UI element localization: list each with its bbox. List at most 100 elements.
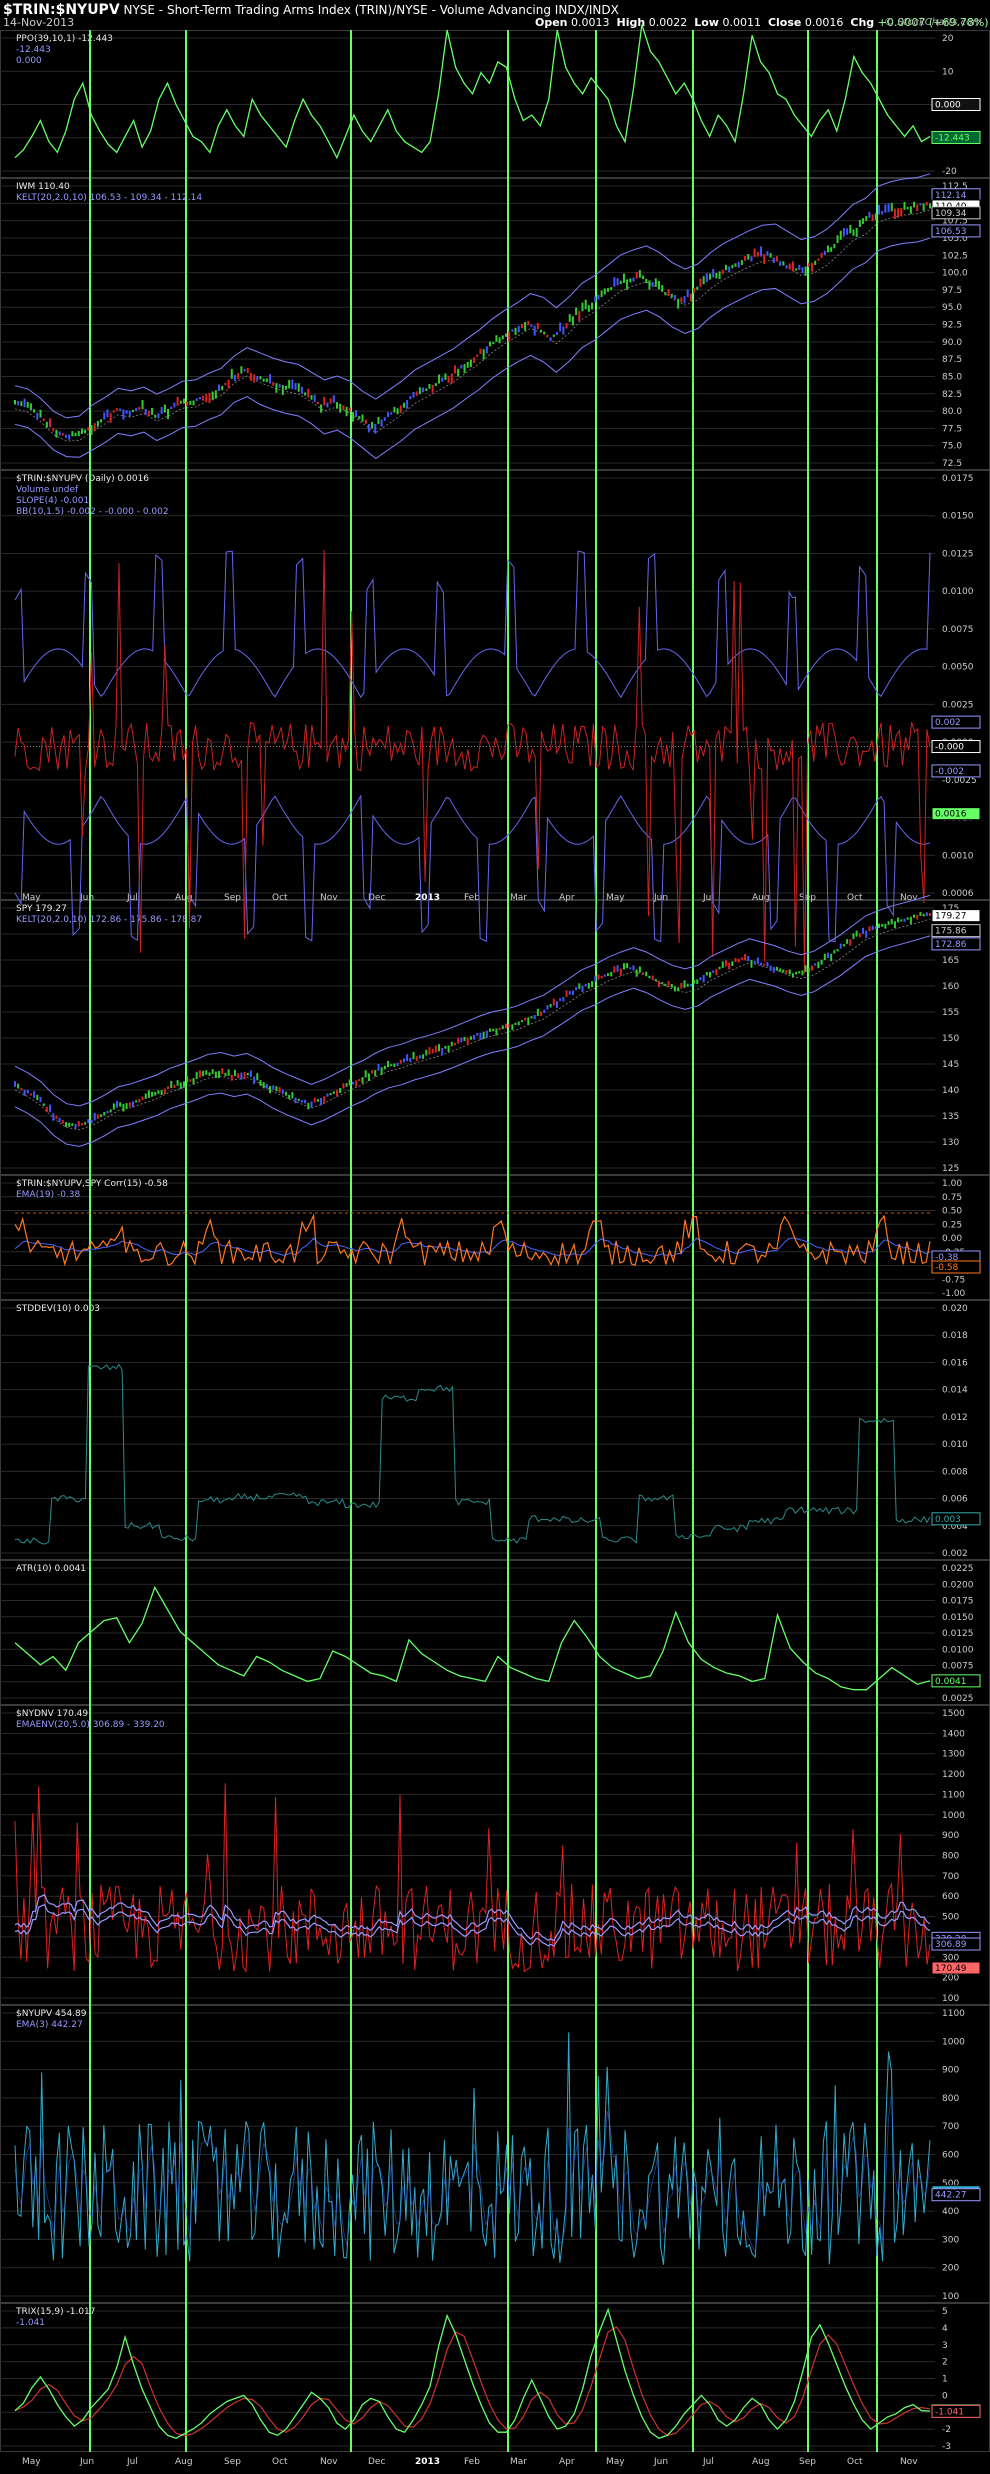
corr-panel xyxy=(14,1212,931,1267)
spy-candle xyxy=(52,1113,55,1121)
spy-candle xyxy=(533,1014,536,1020)
spy-candle xyxy=(747,955,750,962)
y-tick-label: 75.0 xyxy=(942,442,962,452)
spy-candle xyxy=(922,913,925,917)
x-axis-label: 2013 xyxy=(415,893,440,903)
iwm-candle xyxy=(355,410,358,417)
iwm-candle xyxy=(603,288,606,295)
iwm-candle xyxy=(849,224,852,234)
iwm-candle xyxy=(587,305,590,312)
iwm-candle xyxy=(116,408,119,411)
x-axis-label: Apr xyxy=(559,893,575,903)
iwm-candle xyxy=(17,401,20,406)
spy-candle xyxy=(65,1122,68,1127)
iwm-candle xyxy=(677,298,680,309)
value-tag-label: 175.86 xyxy=(935,927,967,937)
iwm-candle xyxy=(482,349,485,360)
iwm-candle xyxy=(233,374,236,382)
spy-candle xyxy=(291,1092,294,1099)
iwm-candle xyxy=(555,331,558,336)
atr-line xyxy=(14,1585,931,1691)
spy-candle xyxy=(431,1048,434,1054)
iwm-candle xyxy=(74,432,77,437)
iwm-candle xyxy=(281,385,284,395)
spy-candle xyxy=(377,1064,380,1071)
spy-candle xyxy=(849,939,852,946)
y-tick-label: 1.00 xyxy=(942,1179,962,1189)
iwm-candle xyxy=(218,384,221,392)
iwm-candle xyxy=(182,398,185,404)
iwm-candle xyxy=(540,329,543,333)
spy-candle xyxy=(176,1080,179,1086)
spy-candle xyxy=(909,916,912,924)
iwm-candle xyxy=(552,334,555,337)
value-tag: -12.443 xyxy=(931,130,981,144)
iwm-candle xyxy=(887,203,890,213)
spy-candle xyxy=(58,1117,61,1123)
spy-candle xyxy=(571,990,574,995)
iwm-candle xyxy=(367,424,370,433)
iwm-candle xyxy=(673,295,676,300)
spy-candle xyxy=(667,980,670,987)
y-tick-label: 85.0 xyxy=(942,372,962,382)
spy-candle xyxy=(763,963,766,966)
spy-candle xyxy=(198,1070,201,1078)
spy-candle xyxy=(798,971,801,974)
value-tag-label: -0.58 xyxy=(935,1263,959,1273)
x-axis-label: Jun xyxy=(653,893,668,903)
iwm-candle xyxy=(524,321,527,331)
y-tick-label: 95.0 xyxy=(942,303,962,313)
iwm-candle xyxy=(84,429,87,434)
y-tick-label: 700 xyxy=(942,1872,959,1882)
spy-candle xyxy=(428,1047,431,1055)
kelt-lower xyxy=(14,935,931,1147)
iwm-candle xyxy=(122,409,125,420)
legend-entry: IWM 110.40 xyxy=(16,182,70,192)
iwm-candle xyxy=(543,331,546,335)
iwm-candle xyxy=(377,416,380,424)
iwm-candle xyxy=(874,213,877,220)
spy-candle xyxy=(536,1008,539,1016)
iwm-candle xyxy=(638,270,641,278)
y-tick-label: 0.018 xyxy=(942,1331,968,1341)
spy-candle xyxy=(495,1028,498,1036)
spy-candle xyxy=(103,1111,106,1116)
iwm-candle xyxy=(683,296,686,304)
spy-candle xyxy=(227,1069,230,1076)
iwm-candle xyxy=(418,387,421,395)
iwm-candle xyxy=(702,276,705,285)
y-tick-label: 800 xyxy=(942,2094,959,2104)
iwm-candle xyxy=(463,364,466,374)
iwm-candle xyxy=(361,414,364,422)
x-axis-label: Nov xyxy=(900,2457,918,2467)
iwm-candle xyxy=(823,250,826,256)
spy-candle xyxy=(622,963,625,970)
iwm-candle xyxy=(249,372,252,381)
iwm-candle xyxy=(109,412,112,423)
x-axis-label: Jun xyxy=(79,893,94,903)
iwm-candle xyxy=(830,247,833,252)
iwm-candle xyxy=(259,376,262,380)
spy-candle xyxy=(498,1027,501,1030)
iwm-candle xyxy=(339,403,342,413)
spy-candle xyxy=(313,1097,316,1103)
y-tick-label: -1.00 xyxy=(942,1289,966,1299)
spy-candle xyxy=(320,1097,323,1106)
iwm-candle xyxy=(371,421,374,429)
iwm-candle xyxy=(364,419,367,424)
panel-5: 0.020 0.018 0.016 0.014 0.012 0.010 0.008 0.006… xyxy=(0,1300,990,1560)
spy-candle xyxy=(262,1082,265,1089)
iwm-candle xyxy=(909,206,912,214)
spy-candle xyxy=(731,961,734,967)
iwm-candle xyxy=(724,264,727,271)
x-axis-label: Oct xyxy=(272,2457,288,2467)
iwm-candle xyxy=(610,287,613,291)
spy-candle xyxy=(307,1102,310,1110)
iwm-candle xyxy=(501,335,504,340)
iwm-candle xyxy=(686,289,689,298)
iwm-candle xyxy=(594,296,597,303)
legend-entry: STDDEV(10) 0.003 xyxy=(16,1304,100,1314)
iwm-candle xyxy=(469,359,472,367)
panel-1: 112.5110.0107.5105.0102.5100.097.595.092… xyxy=(0,178,990,470)
x-axis-label: May xyxy=(606,893,625,903)
